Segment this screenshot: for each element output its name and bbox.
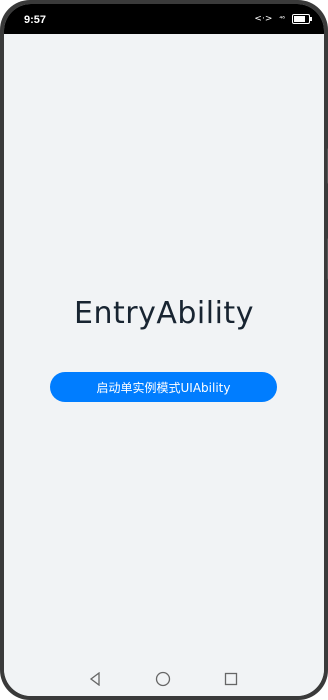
back-triangle-icon[interactable] [86, 670, 104, 688]
battery-icon [292, 14, 312, 24]
start-singleton-uiability-button[interactable]: 启动单实例模式UIAbility [50, 372, 277, 402]
signal-icon: ⁴⁶ [279, 15, 285, 23]
page-title: EntryAbility [74, 296, 254, 331]
status-time: 9:57 [24, 14, 47, 26]
home-circle-icon[interactable] [154, 670, 172, 688]
navigation-bar [4, 662, 324, 696]
main-content: EntryAbility 启动单实例模式UIAbility [4, 34, 324, 664]
battery-level [294, 16, 305, 22]
status-bar: 9:57 <·> ⁴⁶ [4, 4, 324, 34]
status-icons: <·> ⁴⁶ [254, 14, 312, 24]
screen: 9:57 <·> ⁴⁶ EntryAbility 启动单实例模式UIAbilit… [4, 4, 324, 696]
recent-square-icon[interactable] [222, 670, 240, 688]
data-transfer-icon: <·> [254, 14, 273, 24]
device-frame: 9:57 <·> ⁴⁶ EntryAbility 启动单实例模式UIAbilit… [0, 0, 328, 700]
